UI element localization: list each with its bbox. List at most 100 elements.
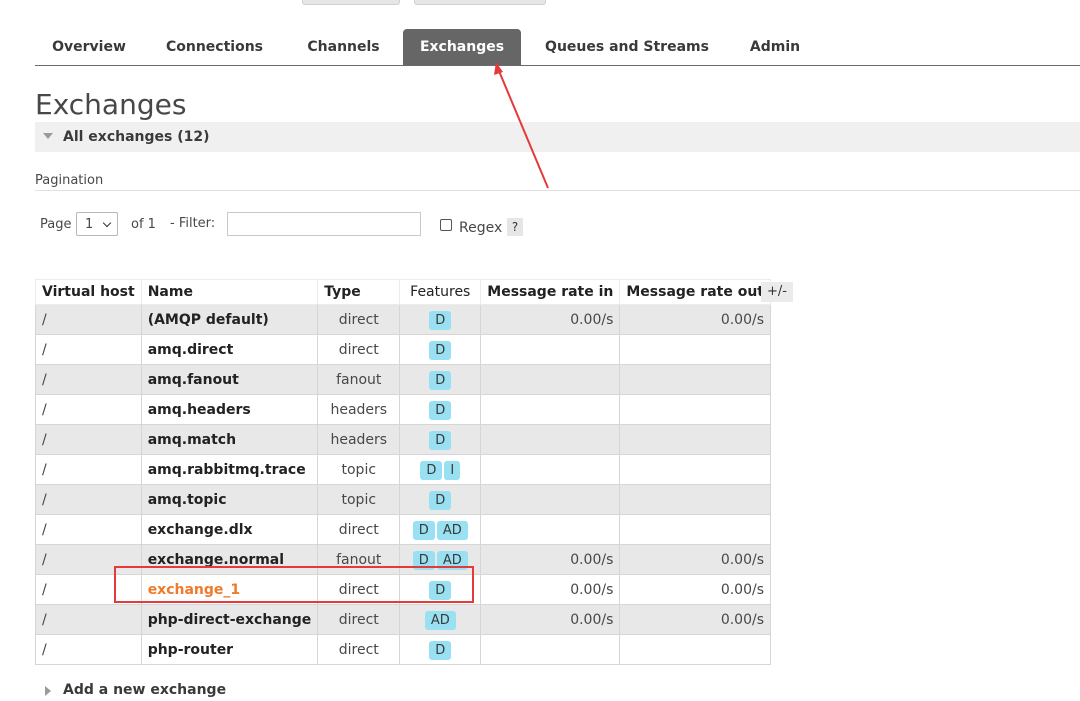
row-name-link[interactable]: php-router — [140, 634, 319, 665]
row-rate-out: 0.00/s — [619, 304, 771, 335]
row-type: direct — [317, 304, 401, 335]
row-type: topic — [317, 454, 401, 485]
column-toggle-button[interactable]: +/- — [761, 282, 793, 302]
row-name-link[interactable]: exchange.normal — [140, 544, 319, 575]
row-features: DI — [399, 454, 482, 485]
top-control-stub-2[interactable] — [414, 0, 546, 5]
feature-badge: AD — [436, 551, 468, 570]
feature-badge: D — [429, 641, 452, 660]
row-name-link[interactable]: amq.direct — [140, 334, 319, 365]
table-row: / amq.rabbitmq.trace topic DI — [35, 454, 771, 485]
exchange-name[interactable]: (AMQP default) — [148, 312, 269, 328]
collapse-triangle-icon — [43, 133, 53, 139]
row-rate-out — [619, 394, 771, 425]
all-exchanges-label: All exchanges (12) — [63, 129, 210, 145]
tab-channels[interactable]: Channels — [293, 29, 394, 65]
row-name-link[interactable]: amq.match — [140, 424, 319, 455]
col-message-rate-in[interactable]: Message rate in — [480, 279, 621, 305]
feature-badge: D — [429, 401, 452, 420]
row-rate-in — [480, 484, 621, 515]
row-features: D — [399, 484, 482, 515]
row-vhost: / — [35, 454, 142, 485]
row-type: fanout — [317, 544, 401, 575]
row-rate-out — [619, 514, 771, 545]
feature-badge: I — [444, 461, 461, 480]
row-name-link[interactable]: exchange_1 — [140, 574, 319, 605]
exchange-name[interactable]: amq.topic — [148, 492, 227, 508]
row-name-link[interactable]: amq.rabbitmq.trace — [140, 454, 319, 485]
page-select[interactable]: 1 — [76, 212, 118, 236]
row-vhost: / — [35, 424, 142, 455]
exchange-name[interactable]: php-direct-exchange — [148, 612, 312, 628]
feature-badge: D — [429, 371, 452, 390]
filter-input[interactable] — [227, 212, 421, 236]
table-header-row: Virtual host Name Type Features Message … — [35, 279, 771, 305]
pagination-divider — [35, 190, 1080, 191]
row-name-link[interactable]: amq.topic — [140, 484, 319, 515]
regex-checkbox[interactable] — [440, 219, 452, 231]
table-row: / php-router direct D — [35, 634, 771, 665]
row-name-link[interactable]: amq.headers — [140, 394, 319, 425]
row-name-link[interactable]: exchange.dlx — [140, 514, 319, 545]
top-control-stub-1[interactable] — [302, 0, 400, 5]
feature-badge: D — [429, 341, 452, 360]
col-message-rate-out[interactable]: Message rate out — [619, 279, 771, 305]
tab-queues-and-streams[interactable]: Queues and Streams — [534, 29, 720, 65]
regex-help-button[interactable]: ? — [507, 218, 523, 236]
row-rate-in — [480, 514, 621, 545]
col-type[interactable]: Type — [317, 279, 401, 305]
row-rate-in — [480, 364, 621, 395]
row-features: D — [399, 424, 482, 455]
row-rate-in: 0.00/s — [480, 604, 621, 635]
page-select-value: 1 — [85, 217, 94, 232]
row-rate-out — [619, 484, 771, 515]
row-name-link[interactable]: amq.fanout — [140, 364, 319, 395]
exchange-name[interactable]: amq.headers — [148, 402, 251, 418]
tab-admin[interactable]: Admin — [736, 29, 814, 65]
row-type: direct — [317, 604, 401, 635]
col-name[interactable]: Name — [140, 279, 319, 305]
row-type: direct — [317, 634, 401, 665]
exchange-name[interactable]: exchange.normal — [148, 552, 284, 568]
row-vhost: / — [35, 604, 142, 635]
page-title: Exchanges — [35, 88, 187, 121]
exchange-name[interactable]: amq.direct — [148, 342, 234, 358]
feature-badge: AD — [424, 611, 456, 630]
exchange-name[interactable]: amq.rabbitmq.trace — [148, 462, 306, 478]
row-features: AD — [399, 604, 482, 635]
row-rate-in — [480, 334, 621, 365]
col-features: Features — [399, 279, 482, 305]
row-vhost: / — [35, 334, 142, 365]
row-type: direct — [317, 334, 401, 365]
col-virtual-host[interactable]: Virtual host — [35, 279, 142, 305]
row-features: D — [399, 304, 482, 335]
regex-label: Regex — [459, 220, 503, 236]
feature-badge: D — [420, 461, 443, 480]
row-type: headers — [317, 394, 401, 425]
row-name-link[interactable]: php-direct-exchange — [140, 604, 319, 635]
row-rate-in: 0.00/s — [480, 544, 621, 575]
exchange-name[interactable]: amq.match — [148, 432, 236, 448]
exchange-name[interactable]: exchange_1 — [148, 582, 240, 598]
exchanges-table: Virtual host Name Type Features Message … — [35, 279, 771, 665]
feature-badge: D — [429, 431, 452, 450]
table-row: / amq.direct direct D — [35, 334, 771, 365]
table-row: / amq.match headers D — [35, 424, 771, 455]
row-rate-out — [619, 424, 771, 455]
tab-overview[interactable]: Overview — [39, 29, 139, 65]
all-exchanges-section-toggle[interactable]: All exchanges (12) — [35, 122, 1080, 152]
row-vhost: / — [35, 394, 142, 425]
row-rate-out — [619, 334, 771, 365]
exchange-name[interactable]: amq.fanout — [148, 372, 239, 388]
row-features: D — [399, 334, 482, 365]
row-name-link[interactable]: (AMQP default) — [140, 304, 319, 335]
tab-connections[interactable]: Connections — [154, 29, 275, 65]
row-vhost: / — [35, 514, 142, 545]
row-type: fanout — [317, 364, 401, 395]
exchange-name[interactable]: exchange.dlx — [148, 522, 253, 538]
row-rate-in: 0.00/s — [480, 574, 621, 605]
exchange-name[interactable]: php-router — [148, 642, 233, 658]
tab-exchanges[interactable]: Exchanges — [403, 29, 521, 65]
table-row: / exchange.normal fanout D AD 0.00/s 0.00… — [35, 544, 771, 575]
row-rate-in — [480, 424, 621, 455]
